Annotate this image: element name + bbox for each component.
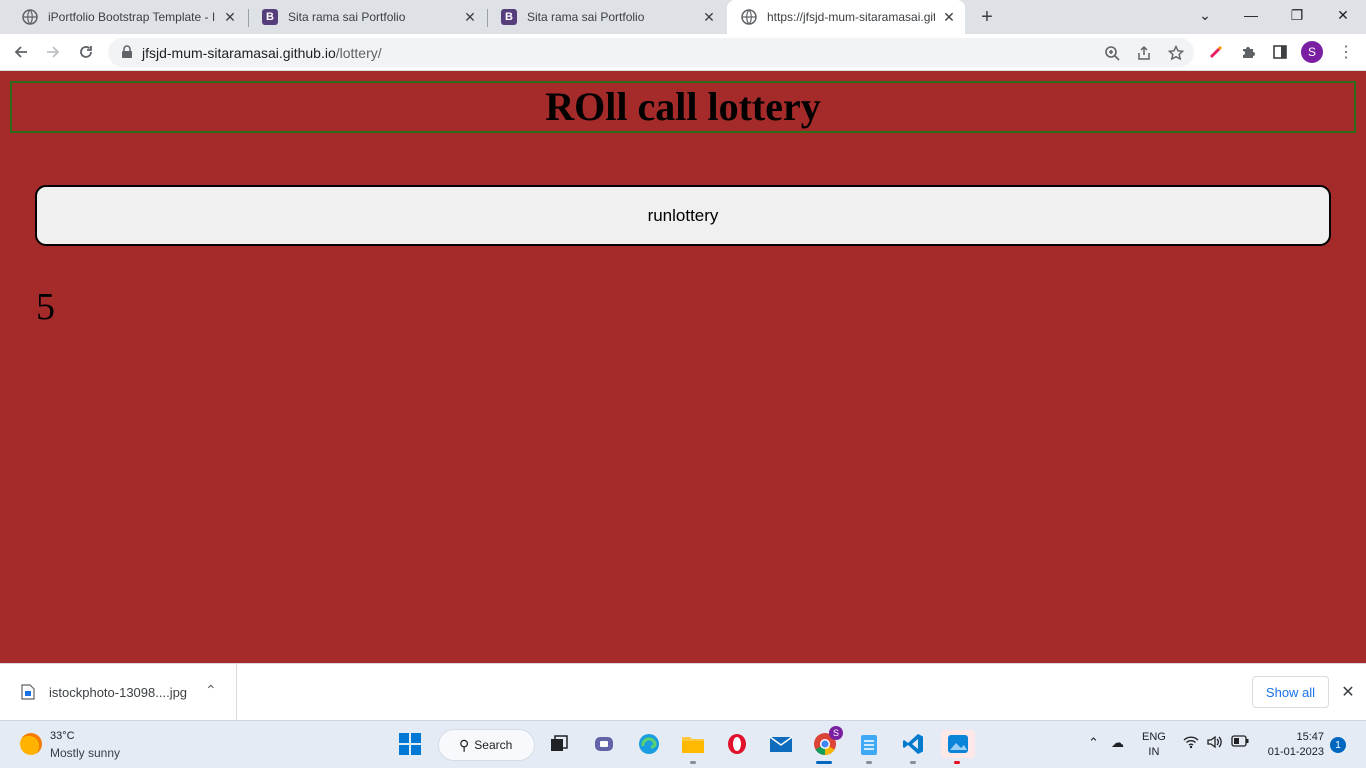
tab-title: https://jfsjd-mum-sitaramasai.git	[767, 10, 935, 24]
tab-portfolio-2[interactable]: B Sita rama sai Portfolio ✕	[487, 0, 725, 34]
globe-icon	[22, 9, 38, 25]
system-clock[interactable]: 15:47 01-01-2023	[1262, 730, 1324, 760]
tab-portfolio-1[interactable]: B Sita rama sai Portfolio ✕	[248, 0, 486, 34]
tab-title: iPortfolio Bootstrap Template - In	[48, 10, 216, 24]
color-picker-extension-icon[interactable]	[1204, 40, 1228, 64]
tab-iportfolio[interactable]: iPortfolio Bootstrap Template - In ✕	[8, 0, 246, 34]
lock-icon	[122, 45, 132, 58]
chrome-profile-badge: S	[829, 726, 843, 740]
run-lottery-button[interactable]: runlottery	[35, 185, 1331, 246]
opera-browser-icon[interactable]	[723, 730, 751, 758]
running-indicator	[690, 761, 696, 764]
back-arrow-icon	[14, 46, 27, 58]
download-file-name: istockphoto-13098....jpg	[49, 685, 188, 700]
download-item[interactable]: istockphoto-13098....jpg ⌃	[0, 664, 237, 721]
minimize-button[interactable]: —	[1228, 0, 1274, 30]
tab-strip: iPortfolio Bootstrap Template - In ✕ B S…	[0, 0, 1366, 34]
region-code: IN	[1148, 746, 1160, 758]
running-indicator	[866, 761, 872, 764]
globe-icon	[741, 9, 757, 25]
close-tab-icon[interactable]: ✕	[222, 9, 238, 25]
reload-button[interactable]	[74, 40, 98, 64]
forward-arrow-icon	[47, 46, 60, 58]
image-file-icon	[21, 684, 35, 700]
back-button[interactable]	[9, 40, 33, 64]
forward-button[interactable]	[41, 40, 65, 64]
search-label: Search	[474, 738, 513, 752]
page-title: ROll call lottery	[10, 81, 1356, 133]
profile-avatar[interactable]: S	[1301, 41, 1323, 63]
teams-chat-icon[interactable]	[590, 730, 618, 758]
new-tab-button[interactable]: +	[976, 6, 998, 28]
running-indicator	[910, 761, 916, 764]
tab-search-chevron-icon[interactable]: ⌄	[1182, 0, 1228, 30]
task-view-icon[interactable]	[545, 730, 573, 758]
clock-date: 01-01-2023	[1267, 746, 1324, 758]
page-body: ROll call lottery runlottery 5	[0, 71, 1366, 663]
running-indicator	[954, 761, 960, 764]
tab-title: Sita rama sai Portfolio	[527, 10, 645, 24]
language-indicator[interactable]: ENG IN	[1142, 730, 1166, 760]
url-path: /lottery/	[335, 45, 382, 61]
active-indicator	[816, 761, 832, 764]
tab-lottery-active[interactable]: https://jfsjd-mum-sitaramasai.git ✕	[727, 0, 965, 34]
browser-menu-icon[interactable]: ⋮	[1334, 40, 1358, 64]
browser-toolbar: jfsjd-mum-sitaramasai.github.io/lottery/…	[0, 34, 1366, 71]
edge-browser-icon[interactable]	[635, 730, 663, 758]
side-panel-icon[interactable]	[1268, 40, 1292, 64]
notepad-icon[interactable]	[855, 730, 883, 758]
search-icon: ⚲	[459, 736, 470, 753]
close-tab-icon[interactable]: ✕	[941, 9, 957, 25]
volume-icon[interactable]	[1207, 735, 1223, 752]
photos-app-icon[interactable]	[941, 730, 975, 758]
lottery-result: 5	[36, 286, 55, 328]
battery-icon[interactable]	[1231, 735, 1249, 750]
taskbar: 33°C Mostly sunny ⚲ Search S ⌃ ☁ ENG IN …	[0, 720, 1366, 768]
mail-icon[interactable]	[767, 730, 795, 758]
onedrive-cloud-icon[interactable]: ☁	[1111, 735, 1124, 751]
zoom-icon[interactable]	[1101, 42, 1123, 64]
weather-temperature[interactable]: 33°C	[50, 730, 75, 742]
bootstrap-icon: B	[262, 9, 278, 25]
address-bar[interactable]: jfsjd-mum-sitaramasai.github.io/lottery/	[108, 38, 1194, 67]
maximize-button[interactable]: ❐	[1274, 0, 1320, 30]
close-window-button[interactable]: ✕	[1320, 0, 1366, 30]
notification-badge[interactable]: 1	[1330, 737, 1346, 753]
tab-title: Sita rama sai Portfolio	[288, 10, 406, 24]
language-code: ENG	[1142, 731, 1166, 743]
download-bar: istockphoto-13098....jpg ⌃ Show all ✕	[0, 663, 1366, 721]
clock-time: 15:47	[1296, 731, 1324, 743]
file-explorer-icon[interactable]	[679, 730, 707, 758]
bootstrap-icon: B	[501, 9, 517, 25]
reload-icon	[80, 46, 92, 58]
weather-sun-icon[interactable]	[20, 733, 42, 755]
url-host: jfsjd-mum-sitaramasai.github.io	[142, 45, 336, 61]
close-tab-icon[interactable]: ✕	[701, 9, 717, 25]
share-icon[interactable]	[1133, 42, 1155, 64]
wifi-icon[interactable]	[1183, 735, 1199, 752]
url-text[interactable]: jfsjd-mum-sitaramasai.github.io/lottery/	[142, 45, 382, 61]
weather-condition[interactable]: Mostly sunny	[50, 746, 120, 760]
vscode-icon[interactable]	[899, 730, 927, 758]
taskbar-search[interactable]: ⚲ Search	[438, 729, 535, 761]
close-tab-icon[interactable]: ✕	[462, 9, 478, 25]
close-download-bar-icon[interactable]: ✕	[1338, 682, 1358, 702]
chrome-browser-icon[interactable]: S	[811, 726, 843, 758]
show-all-button[interactable]: Show all	[1252, 676, 1329, 708]
chevron-up-icon[interactable]: ⌃	[1088, 735, 1099, 751]
start-windows-icon[interactable]	[396, 730, 424, 758]
bookmark-star-icon[interactable]	[1165, 42, 1187, 64]
extensions-puzzle-icon[interactable]	[1236, 40, 1260, 64]
chevron-up-icon[interactable]: ⌃	[205, 682, 217, 699]
